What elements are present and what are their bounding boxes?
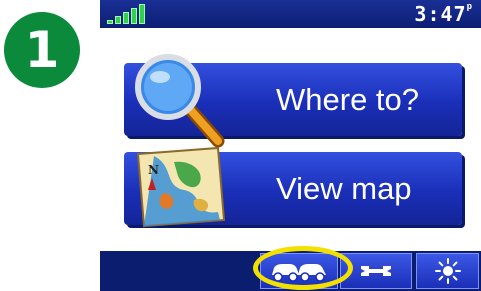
gps-signal-icon bbox=[107, 4, 145, 24]
where-to-label: Where to? bbox=[276, 81, 420, 117]
clock-time: 3:47 bbox=[414, 2, 467, 26]
step-number: 1 bbox=[24, 21, 60, 79]
highlight-circle bbox=[253, 246, 353, 290]
clock: 3:47p bbox=[414, 2, 473, 26]
sun-icon bbox=[434, 258, 461, 284]
where-to-button[interactable]: Where to? bbox=[124, 54, 462, 148]
view-map-label: View map bbox=[276, 170, 412, 206]
step-number-badge: 1 bbox=[4, 12, 80, 88]
main-menu: Where to? N View map bbox=[100, 28, 481, 251]
wrench-icon bbox=[361, 266, 391, 276]
svg-text:N: N bbox=[148, 163, 159, 177]
view-map-button[interactable]: N View map bbox=[124, 146, 462, 228]
clock-suffix: p bbox=[466, 2, 473, 12]
map-icon: N bbox=[136, 146, 226, 228]
magnifying-glass-icon bbox=[135, 54, 225, 148]
brightness-button[interactable] bbox=[416, 253, 479, 289]
status-bar: 3:47p bbox=[100, 0, 481, 28]
